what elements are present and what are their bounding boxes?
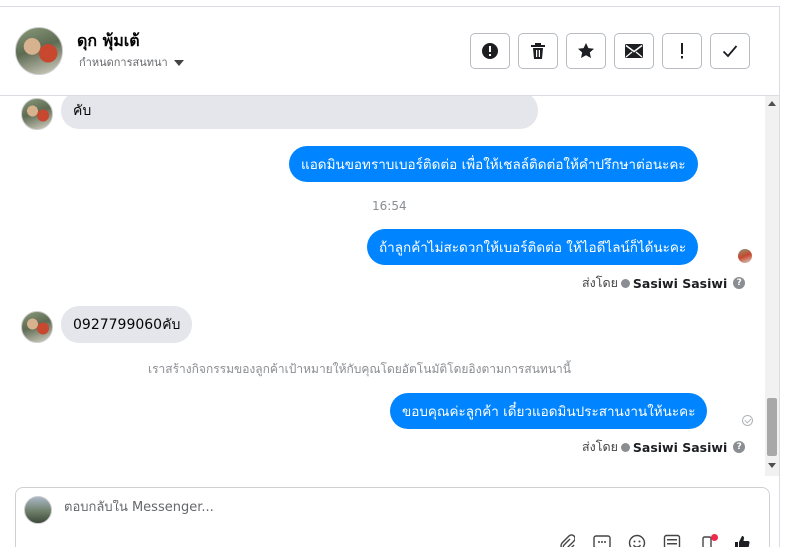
scrollbar-thumb[interactable] [767,398,777,456]
help-icon[interactable]: ? [733,277,746,289]
thread-scrollbar[interactable] [765,96,779,476]
notification-badge [711,534,718,541]
notification-button[interactable] [696,534,718,547]
sender-name: Sasiwi Sasiwi [632,275,728,291]
message-text: แอดมินขอทราบเบอร์ติดต่อ เพื่อให้เชลล์ติด… [301,157,686,173]
system-notice: เราสร้างกิจกรรมของลูกค้าเป้าหมายให้กับคุ… [148,362,571,376]
emoji-icon [628,534,646,547]
assign-conversation-label: กำหนดการสนทนา [79,56,168,69]
attach-button[interactable] [556,534,578,547]
like-button[interactable] [731,534,753,547]
saved-replies-button[interactable] [591,534,613,547]
star-icon [577,42,595,60]
paperclip-icon [559,534,576,547]
exclamation-icon [679,42,685,60]
template-button[interactable] [661,534,683,547]
done-button[interactable] [710,33,750,69]
messenger-conversation-panel: ดุก พุ้มเต้ กำหนดการสนทนา คับ แอดมินขอทร… [0,0,785,547]
contact-avatar-small [21,311,53,343]
delivered-check-icon [742,415,753,426]
message-thread[interactable]: คับ แอดมินขอทราบเบอร์ติดต่อ เพื่อให้เชลล… [0,96,765,476]
message-text: ถ้าลูกค้าไม่สะดวกให้เบอร์ติดต่อ ให้ไอดีไ… [379,240,687,256]
incoming-message[interactable]: คับ [61,96,538,129]
scroll-down-arrow-icon[interactable] [768,463,776,468]
seen-avatar [738,249,752,263]
right-divider [779,6,780,547]
saved-replies-icon [593,535,611,547]
composer-toolbar [556,534,753,547]
like-icon [733,534,751,547]
page-avatar [24,496,52,524]
sent-by-label: ส่งโดย [582,439,618,454]
mark-unread-button[interactable] [614,33,654,69]
sent-by-info: ส่งโดย Sasiwi Sasiwi ? [582,273,746,293]
envelope-icon [625,44,643,58]
trash-icon [530,42,546,60]
emoji-button[interactable] [626,534,648,547]
checkmark-icon [722,44,738,58]
alert-circle-icon [481,42,499,60]
star-button[interactable] [566,33,606,69]
incoming-message[interactable]: 0927799060คับ [61,306,193,343]
message-text: ขอบคุณค่ะลูกค้า เดี๋ยวแอดมินประสานงานให้… [402,404,696,420]
caret-down-icon [173,59,184,66]
delete-button[interactable] [518,33,558,69]
message-text: คับ [73,102,92,119]
reply-input[interactable] [64,500,664,515]
contact-avatar[interactable] [15,27,63,75]
message-timestamp: 16:54 [372,199,407,213]
sent-by-label: ส่งโดย [582,275,618,290]
outgoing-message[interactable]: ขอบคุณค่ะลูกค้า เดี๋ยวแอดมินประสานงานให้… [390,393,708,429]
outgoing-message[interactable]: แอดมินขอทราบเบอร์ติดต่อ เพื่อให้เชลล์ติด… [289,146,698,182]
contact-avatar-small [21,98,53,130]
spam-button[interactable] [470,33,510,69]
conversation-header: ดุก พุ้มเต้ กำหนดการสนทนา [0,7,779,96]
admin-avatar-icon [620,278,630,288]
follow-up-button[interactable] [662,33,702,69]
reply-composer [15,487,770,547]
template-icon [663,534,681,547]
contact-name[interactable]: ดุก พุ้มเต้ [77,29,140,54]
sent-by-info: ส่งโดย Sasiwi Sasiwi ? [582,437,746,457]
admin-avatar-icon [620,442,630,452]
sender-name: Sasiwi Sasiwi [632,439,728,455]
outgoing-message[interactable]: ถ้าลูกค้าไม่สะดวกให้เบอร์ติดต่อ ให้ไอดีไ… [367,229,699,265]
help-icon[interactable]: ? [733,441,746,453]
scroll-up-arrow-icon[interactable] [768,101,776,106]
assign-conversation-dropdown[interactable]: กำหนดการสนทนา [79,53,184,71]
message-text: 0927799060คับ [73,316,181,333]
